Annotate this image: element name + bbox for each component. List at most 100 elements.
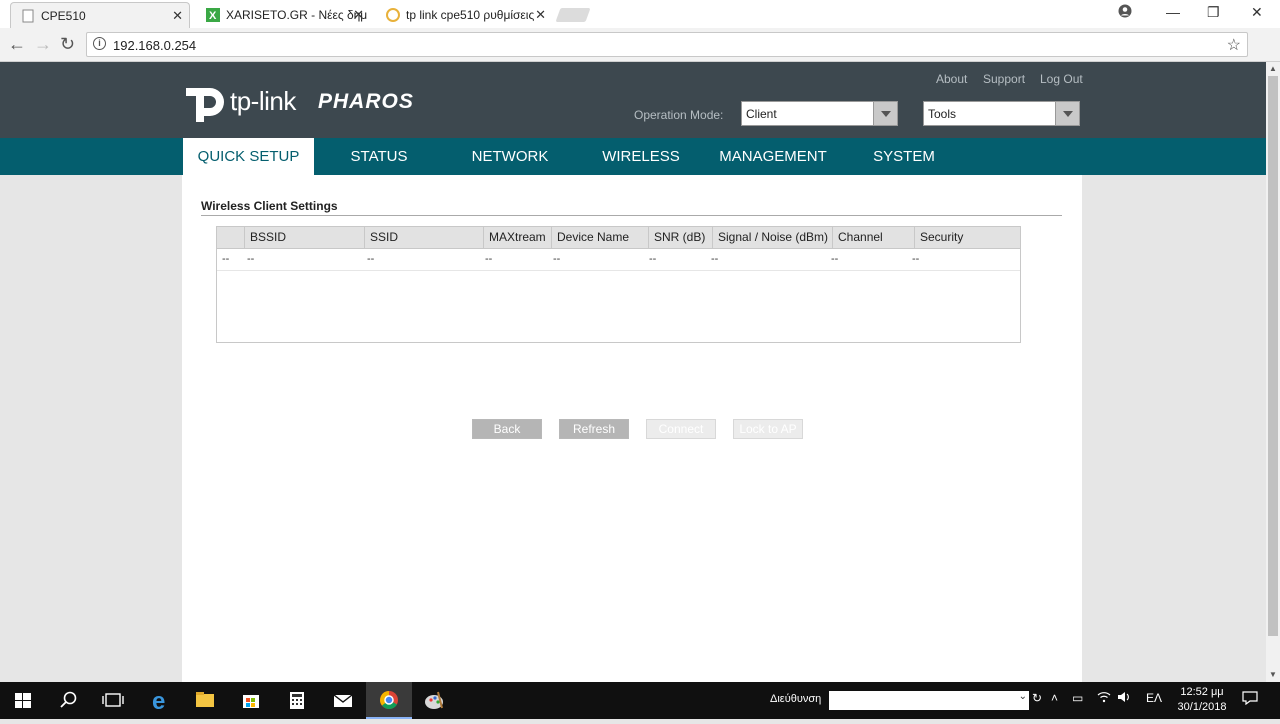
- tools-select[interactable]: Tools: [923, 101, 1080, 126]
- support-link[interactable]: Support: [983, 72, 1025, 86]
- refresh-button[interactable]: Refresh: [559, 419, 629, 439]
- task-view-icon[interactable]: [90, 682, 136, 719]
- chevron-down-icon[interactable]: ⌄: [1019, 691, 1027, 702]
- logout-link[interactable]: Log Out: [1040, 72, 1083, 86]
- browser-toolbar: ← → ↻ i 192.168.0.254 ☆: [0, 28, 1280, 62]
- table-cell: --: [831, 253, 839, 265]
- table-cell: --: [649, 253, 657, 265]
- table-cell: --: [912, 253, 920, 265]
- router-header: tp-link PHAROS About Support Log Out Ope…: [0, 62, 1266, 138]
- windows-taskbar: e Διεύθυνση ⌄ ↻ ˄ ▭ ΕΛ 12:52 μμ 30/1/201…: [0, 682, 1280, 719]
- table-cell: --: [367, 253, 375, 265]
- table-header: BSSID SSID MAXtream Device Name SNR (dB)…: [217, 227, 1020, 249]
- back-button[interactable]: Back: [472, 419, 542, 439]
- tab-title: CPE510: [41, 8, 86, 23]
- menu-wireless[interactable]: WIRELESS: [590, 138, 692, 175]
- chrome-icon[interactable]: [366, 682, 412, 719]
- paint-icon[interactable]: [412, 682, 458, 719]
- google-icon: [386, 8, 400, 22]
- product-name: PHAROS: [318, 90, 414, 113]
- reload-icon[interactable]: ↻: [60, 34, 75, 55]
- browser-tab-cpe510[interactable]: CPE510 ✕: [10, 2, 190, 28]
- browser-tab-xariseto[interactable]: X XARISETO.GR - Νέες δημ ✕: [196, 2, 370, 28]
- operation-mode-select[interactable]: Client: [741, 101, 898, 126]
- svg-text:e: e: [152, 688, 165, 715]
- window-close-icon[interactable]: ✕: [1251, 4, 1263, 21]
- chevron-up-icon[interactable]: ˄: [1051, 691, 1058, 705]
- restore-icon[interactable]: ❐: [1207, 4, 1220, 21]
- connect-button[interactable]: Connect: [646, 419, 716, 439]
- url-text: 192.168.0.254: [113, 38, 197, 53]
- table-cell: --: [711, 253, 719, 265]
- section-divider: [201, 215, 1062, 216]
- wifi-icon[interactable]: [1097, 691, 1111, 706]
- calculator-icon[interactable]: [274, 682, 320, 719]
- clock-date: 30/1/2018: [1177, 701, 1227, 713]
- menu-status[interactable]: STATUS: [330, 138, 428, 175]
- tp-link-logo: tp-link PHAROS: [182, 76, 432, 126]
- menu-system[interactable]: SYSTEM: [862, 138, 946, 175]
- tab-title: XARISETO.GR - Νέες δημ: [226, 8, 368, 22]
- scroll-up-icon[interactable]: ▲: [1269, 64, 1277, 73]
- svg-text:X: X: [209, 10, 217, 22]
- scrollbar-thumb[interactable]: [1268, 76, 1278, 636]
- page-scrollbar[interactable]: ▲ ▼: [1266, 62, 1280, 682]
- close-icon[interactable]: ✕: [172, 8, 183, 24]
- notifications-icon[interactable]: [1242, 691, 1258, 708]
- column-header: Signal / Noise (dBm): [712, 227, 832, 248]
- bookmark-star-icon[interactable]: ☆: [1227, 35, 1241, 55]
- section-title: Wireless Client Settings: [201, 199, 338, 213]
- language-indicator[interactable]: ΕΛ: [1146, 691, 1162, 705]
- new-tab-button[interactable]: [555, 8, 591, 22]
- address-toolbar-label: Διεύθυνση: [770, 693, 822, 705]
- chevron-down-icon: [1055, 102, 1079, 125]
- excel-x-icon: X: [206, 8, 220, 22]
- back-arrow-icon[interactable]: ←: [8, 34, 26, 55]
- address-bar[interactable]: i 192.168.0.254 ☆: [86, 32, 1248, 57]
- menu-network[interactable]: NETWORK: [458, 138, 562, 175]
- web-page: tp-link PHAROS About Support Log Out Ope…: [0, 62, 1266, 682]
- table-cell: --: [247, 253, 255, 265]
- table-cell: --: [222, 253, 230, 265]
- power-icon[interactable]: ▭: [1072, 691, 1083, 705]
- menu-management[interactable]: MANAGEMENT: [712, 138, 834, 175]
- column-header: Security: [914, 227, 1020, 248]
- column-header: [217, 227, 244, 248]
- about-link[interactable]: About: [936, 72, 967, 86]
- chevron-down-icon: [873, 102, 897, 125]
- file-explorer-icon[interactable]: [182, 682, 228, 719]
- menu-quick-setup[interactable]: QUICK SETUP: [183, 138, 314, 175]
- close-icon[interactable]: ✕: [353, 7, 364, 23]
- info-icon[interactable]: i: [93, 37, 106, 50]
- column-header: SSID: [364, 227, 483, 248]
- operation-mode-label: Operation Mode:: [634, 108, 724, 122]
- column-header: SNR (dB): [648, 227, 712, 248]
- system-clock[interactable]: 12:52 μμ 30/1/2018: [1172, 685, 1232, 715]
- search-icon[interactable]: [46, 682, 92, 719]
- content-panel: Wireless Client Settings BSSID SSID MAXt…: [182, 175, 1082, 682]
- minimize-icon[interactable]: —: [1166, 4, 1180, 20]
- browser-tab-google-search[interactable]: tp link cpe510 ρυθμίσεις ✕: [376, 2, 552, 28]
- column-header: MAXtream: [483, 227, 551, 248]
- edge-icon[interactable]: e: [138, 682, 184, 719]
- close-icon[interactable]: ✕: [535, 7, 546, 23]
- lock-to-ap-button[interactable]: Lock to AP: [733, 419, 803, 439]
- forward-arrow-icon[interactable]: →: [34, 34, 52, 55]
- scan-results-table: BSSID SSID MAXtream Device Name SNR (dB)…: [216, 226, 1021, 343]
- main-menu: QUICK SETUP STATUS NETWORK WIRELESS MANA…: [0, 138, 1266, 175]
- volume-icon[interactable]: [1117, 691, 1131, 706]
- column-header: Device Name: [551, 227, 648, 248]
- browser-tabstrip: CPE510 ✕ X XARISETO.GR - Νέες δημ ✕ tp l…: [0, 0, 1280, 28]
- profile-icon[interactable]: [1118, 4, 1132, 21]
- store-icon[interactable]: [228, 682, 274, 719]
- table-row[interactable]: -- -- -- -- -- -- -- -- --: [217, 249, 1020, 271]
- tools-value: Tools: [928, 107, 957, 121]
- scroll-down-icon[interactable]: ▼: [1269, 670, 1277, 679]
- go-refresh-icon[interactable]: ↻: [1032, 691, 1042, 705]
- clock-time: 12:52 μμ: [1180, 686, 1224, 698]
- start-icon[interactable]: [0, 682, 46, 719]
- page-icon: [22, 9, 34, 23]
- address-toolbar-input[interactable]: ⌄: [829, 691, 1029, 710]
- mail-icon[interactable]: [320, 682, 366, 719]
- table-cell: --: [485, 253, 493, 265]
